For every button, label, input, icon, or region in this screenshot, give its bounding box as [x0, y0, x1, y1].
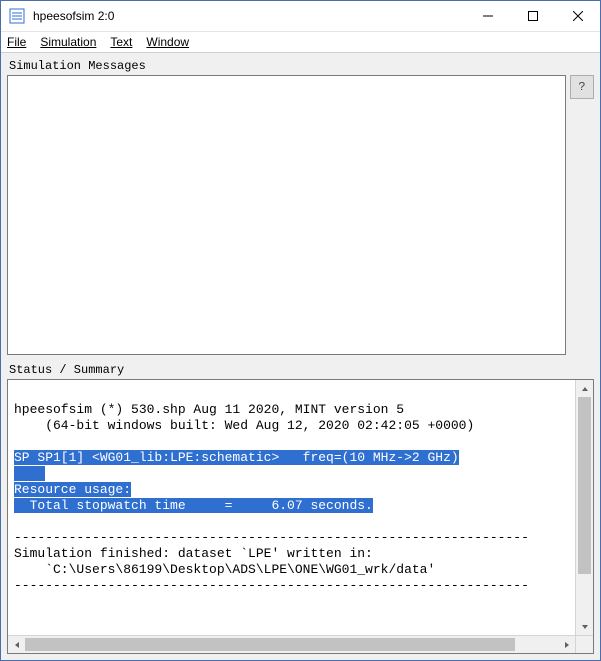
app-icon — [9, 8, 25, 24]
status-highlight-line: Resource usage: — [14, 482, 131, 497]
scroll-down-arrow-icon[interactable] — [576, 618, 593, 635]
vertical-scroll-track[interactable] — [576, 397, 593, 618]
status-line: `C:\Users\86199\Desktop\ADS\LPE\ONE\WG01… — [14, 562, 435, 577]
scroll-up-arrow-icon[interactable] — [576, 380, 593, 397]
status-highlight-line: SP SP1[1] <WG01_lib:LPE:schematic> freq=… — [14, 450, 459, 465]
status-body: hpeesofsim (*) 530.shp Aug 11 2020, MINT… — [8, 380, 593, 635]
window-controls — [465, 1, 600, 31]
status-highlight-line — [14, 466, 45, 481]
status-section: Status / Summary hpeesofsim (*) 530.shp … — [7, 361, 594, 654]
scroll-left-arrow-icon[interactable] — [8, 636, 25, 653]
app-window: hpeesofsim 2:0 File Simulation Text Wind… — [0, 0, 601, 661]
simulation-messages-pane[interactable] — [7, 75, 566, 355]
status-separator: ----------------------------------------… — [14, 530, 529, 545]
horizontal-scroll-track[interactable] — [25, 636, 558, 653]
vertical-scrollbar[interactable] — [575, 380, 593, 635]
simulation-messages-label: Simulation Messages — [9, 59, 594, 73]
menu-simulation[interactable]: Simulation — [40, 35, 96, 49]
menu-window[interactable]: Window — [146, 35, 189, 49]
scroll-right-arrow-icon[interactable] — [558, 636, 575, 653]
simulation-messages-row: ? — [7, 75, 594, 355]
status-line: (64-bit windows built: Wed Aug 12, 2020 … — [14, 418, 474, 433]
titlebar: hpeesofsim 2:0 — [1, 1, 600, 32]
status-pane: hpeesofsim (*) 530.shp Aug 11 2020, MINT… — [7, 379, 594, 654]
scrollbar-corner — [575, 636, 593, 653]
vertical-scroll-thumb[interactable] — [578, 397, 591, 574]
status-line: hpeesofsim (*) 530.shp Aug 11 2020, MINT… — [14, 402, 404, 417]
status-highlight-line: Total stopwatch time = 6.07 seconds. — [14, 498, 373, 513]
status-text[interactable]: hpeesofsim (*) 530.shp Aug 11 2020, MINT… — [8, 380, 575, 635]
help-button[interactable]: ? — [570, 75, 594, 99]
status-separator: ----------------------------------------… — [14, 578, 529, 593]
minimize-button[interactable] — [465, 1, 510, 31]
menu-file[interactable]: File — [7, 35, 26, 49]
horizontal-scrollbar[interactable] — [8, 635, 593, 653]
content-area: Simulation Messages ? Status / Summary h… — [1, 53, 600, 660]
horizontal-scroll-thumb[interactable] — [25, 638, 515, 651]
menubar: File Simulation Text Window — [1, 32, 600, 53]
close-button[interactable] — [555, 1, 600, 31]
status-summary-label: Status / Summary — [9, 363, 594, 377]
maximize-button[interactable] — [510, 1, 555, 31]
menu-text[interactable]: Text — [110, 35, 132, 49]
window-title: hpeesofsim 2:0 — [31, 9, 465, 23]
status-line: Simulation finished: dataset `LPE' writt… — [14, 546, 373, 561]
